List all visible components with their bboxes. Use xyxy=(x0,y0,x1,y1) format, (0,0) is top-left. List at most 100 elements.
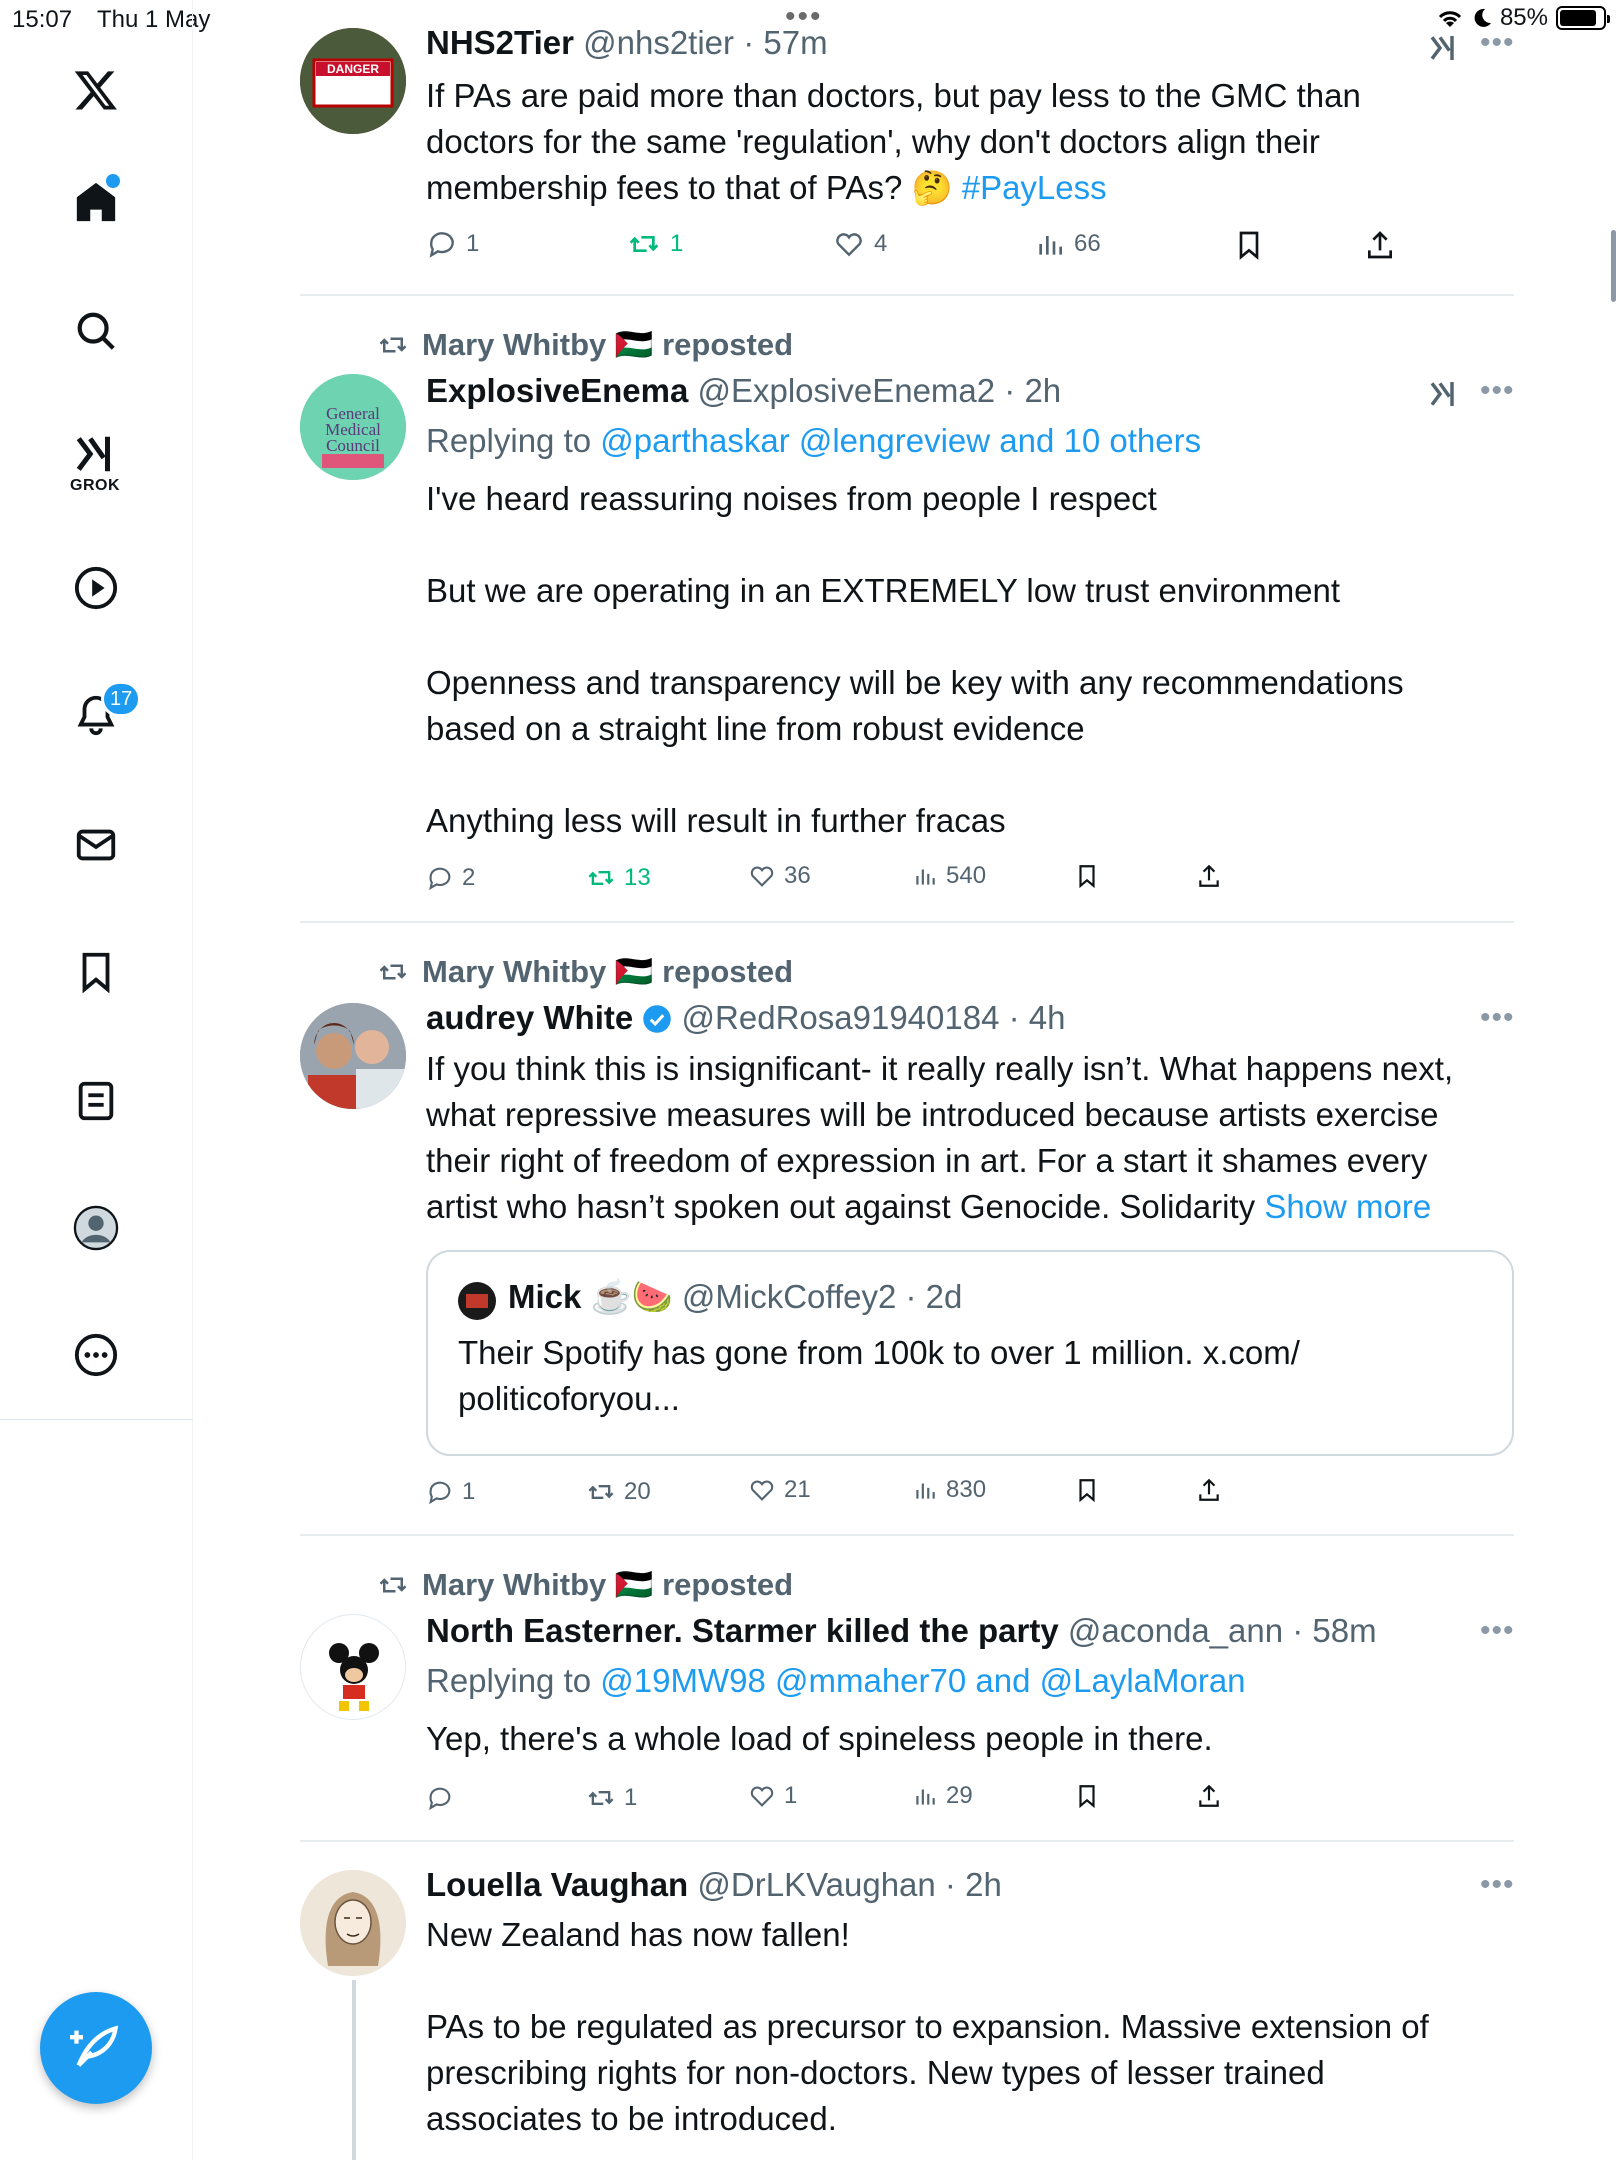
author-handle[interactable]: @DrLKVaughan xyxy=(697,1866,935,1903)
like-button[interactable]: 1 xyxy=(748,1782,797,1810)
tweet-time[interactable]: 2h xyxy=(1024,372,1061,409)
quote-author-handle[interactable]: @MickCoffey2 xyxy=(682,1278,896,1315)
repost-context: Mary Whitby 🇵🇸 reposted xyxy=(376,326,793,363)
views-button[interactable]: 29 xyxy=(912,1782,973,1810)
repost-button[interactable]: 1 xyxy=(626,228,683,260)
grok-icon[interactable] xyxy=(1426,378,1462,410)
like-count: 36 xyxy=(784,862,811,889)
tweet-text-line: If PAs are paid more than doctors, but p… xyxy=(426,77,1361,114)
avatar[interactable] xyxy=(458,1282,496,1320)
bookmark-icon[interactable] xyxy=(61,937,131,1007)
more-options-icon[interactable]: ••• xyxy=(1480,1868,1515,1902)
share-icon xyxy=(1199,864,1219,887)
author-name[interactable]: North Easterner. Starmer killed the part… xyxy=(426,1612,1059,1649)
quote-author-name[interactable]: Mick ☕️🍉 xyxy=(508,1278,673,1315)
share-icon xyxy=(1368,231,1392,259)
author-name[interactable]: audrey White xyxy=(426,999,633,1036)
repost-button[interactable]: 1 xyxy=(586,1784,637,1812)
more-options-icon[interactable]: ••• xyxy=(1480,26,1515,60)
views-button[interactable]: 830 xyxy=(912,1476,986,1504)
repost-icon xyxy=(379,1577,407,1592)
repost-button[interactable]: 13 xyxy=(586,864,651,892)
tweet-time[interactable]: 2h xyxy=(965,1866,1002,1903)
tweet-header: Louella Vaughan @DrLKVaughan · 2h xyxy=(426,1866,1002,1903)
reply-button[interactable]: 2 xyxy=(426,864,475,892)
play-icon[interactable] xyxy=(61,553,131,623)
author-handle[interactable]: @aconda_ann xyxy=(1068,1612,1283,1649)
tweet-paragraph: Openness and transparency will be key wi… xyxy=(426,664,1404,701)
author-name[interactable]: NHS2Tier xyxy=(426,24,574,61)
grok-icon[interactable] xyxy=(1426,32,1462,64)
bookmark-button[interactable] xyxy=(1074,862,1100,890)
share-icon xyxy=(1199,1478,1219,1501)
tweet-header: ExplosiveEnema @ExplosiveEnema2 · 2h xyxy=(426,372,1062,409)
bookmark-button[interactable] xyxy=(1074,1476,1100,1504)
scrollbar[interactable] xyxy=(1611,230,1616,302)
share-button[interactable] xyxy=(1196,862,1222,890)
views-button[interactable]: 540 xyxy=(912,862,986,890)
tweet-text-line: Yep, there's a whole load of spineless p… xyxy=(426,1720,1213,1757)
share-button[interactable] xyxy=(1196,1476,1222,1504)
bookmark-button[interactable] xyxy=(1074,1782,1100,1810)
home-icon[interactable] xyxy=(61,167,131,237)
like-button[interactable]: 36 xyxy=(748,862,811,890)
show-more-link[interactable]: Show more xyxy=(1264,1188,1431,1225)
more-icon[interactable] xyxy=(61,1320,131,1390)
share-button[interactable] xyxy=(1364,228,1396,262)
tweet-divider xyxy=(300,1840,1514,1842)
x-logo-icon[interactable] xyxy=(61,55,131,125)
author-name[interactable]: Louella Vaughan xyxy=(426,1866,688,1903)
replying-to-links[interactable]: @parthaskar @lengreview and 10 others xyxy=(600,422,1201,459)
tweet-text-line: what repressive measures will be introdu… xyxy=(426,1096,1439,1133)
share-button[interactable] xyxy=(1196,1782,1222,1810)
like-button[interactable]: 21 xyxy=(748,1476,811,1504)
status-right: 85% xyxy=(1436,4,1610,32)
tweet-time[interactable]: 4h xyxy=(1029,999,1066,1036)
reposted-by[interactable]: Mary Whitby 🇵🇸 reposted xyxy=(422,326,793,363)
avatar[interactable]: DANGER xyxy=(300,28,406,134)
author-handle[interactable]: @RedRosa91940184 xyxy=(682,999,1000,1036)
tweet-text-line: membership fees to that of PAs? 🤔 xyxy=(426,169,962,206)
share-icon xyxy=(1199,1784,1219,1807)
hashtag-link[interactable]: #PayLess xyxy=(962,169,1107,206)
sidebar-separator xyxy=(0,1419,193,1420)
search-icon[interactable] xyxy=(61,296,131,366)
compose-button[interactable] xyxy=(40,1992,152,2104)
more-options-icon[interactable]: ••• xyxy=(1480,374,1515,408)
reply-icon xyxy=(429,1787,451,1811)
reposted-by[interactable]: Mary Whitby 🇵🇸 reposted xyxy=(422,953,793,990)
bookmark-icon xyxy=(1079,865,1095,889)
avatar[interactable] xyxy=(300,1870,406,1976)
author-handle[interactable]: @ExplosiveEnema2 xyxy=(697,372,995,409)
quoted-tweet[interactable]: Mick ☕️🍉 @MickCoffey2 · 2d Their Spotify… xyxy=(426,1250,1514,1456)
reply-icon xyxy=(429,867,451,891)
views-button[interactable]: 66 xyxy=(1034,228,1101,260)
tweet-paragraph: Anything less will result in further fra… xyxy=(426,802,1006,839)
reposted-by[interactable]: Mary Whitby 🇵🇸 reposted xyxy=(422,1566,793,1603)
view-count: 540 xyxy=(946,862,987,889)
tweet-time[interactable]: 58m xyxy=(1312,1612,1376,1649)
avatar[interactable]: General Medical Council xyxy=(300,374,406,480)
replying-label: Replying to xyxy=(426,422,601,459)
avatar[interactable] xyxy=(300,1614,406,1720)
repost-count: 20 xyxy=(624,1478,651,1505)
tweet-paragraph: New Zealand has now fallen! xyxy=(426,1916,850,1953)
tweet-time[interactable]: 57m xyxy=(763,24,827,61)
profile-icon[interactable] xyxy=(61,1193,131,1263)
reply-button[interactable]: 1 xyxy=(426,228,479,260)
replying-to-links[interactable]: @19MW98 @mmaher70 and @LaylaMoran xyxy=(600,1662,1245,1699)
more-options-icon[interactable]: ••• xyxy=(1480,1001,1515,1035)
reply-button[interactable] xyxy=(426,1784,462,1812)
author-handle[interactable]: @nhs2tier xyxy=(583,24,734,61)
repost-button[interactable]: 20 xyxy=(586,1478,651,1506)
bookmark-button[interactable] xyxy=(1233,228,1265,262)
author-name[interactable]: ExplosiveEnema xyxy=(426,372,688,409)
mail-icon[interactable] xyxy=(61,810,131,880)
views-icon xyxy=(916,869,935,885)
tweet-divider xyxy=(300,921,1514,923)
more-options-icon[interactable]: ••• xyxy=(1480,1614,1515,1648)
list-icon[interactable] xyxy=(61,1066,131,1136)
reply-button[interactable]: 1 xyxy=(426,1478,475,1506)
avatar[interactable] xyxy=(300,1003,406,1109)
like-button[interactable]: 4 xyxy=(832,228,887,260)
